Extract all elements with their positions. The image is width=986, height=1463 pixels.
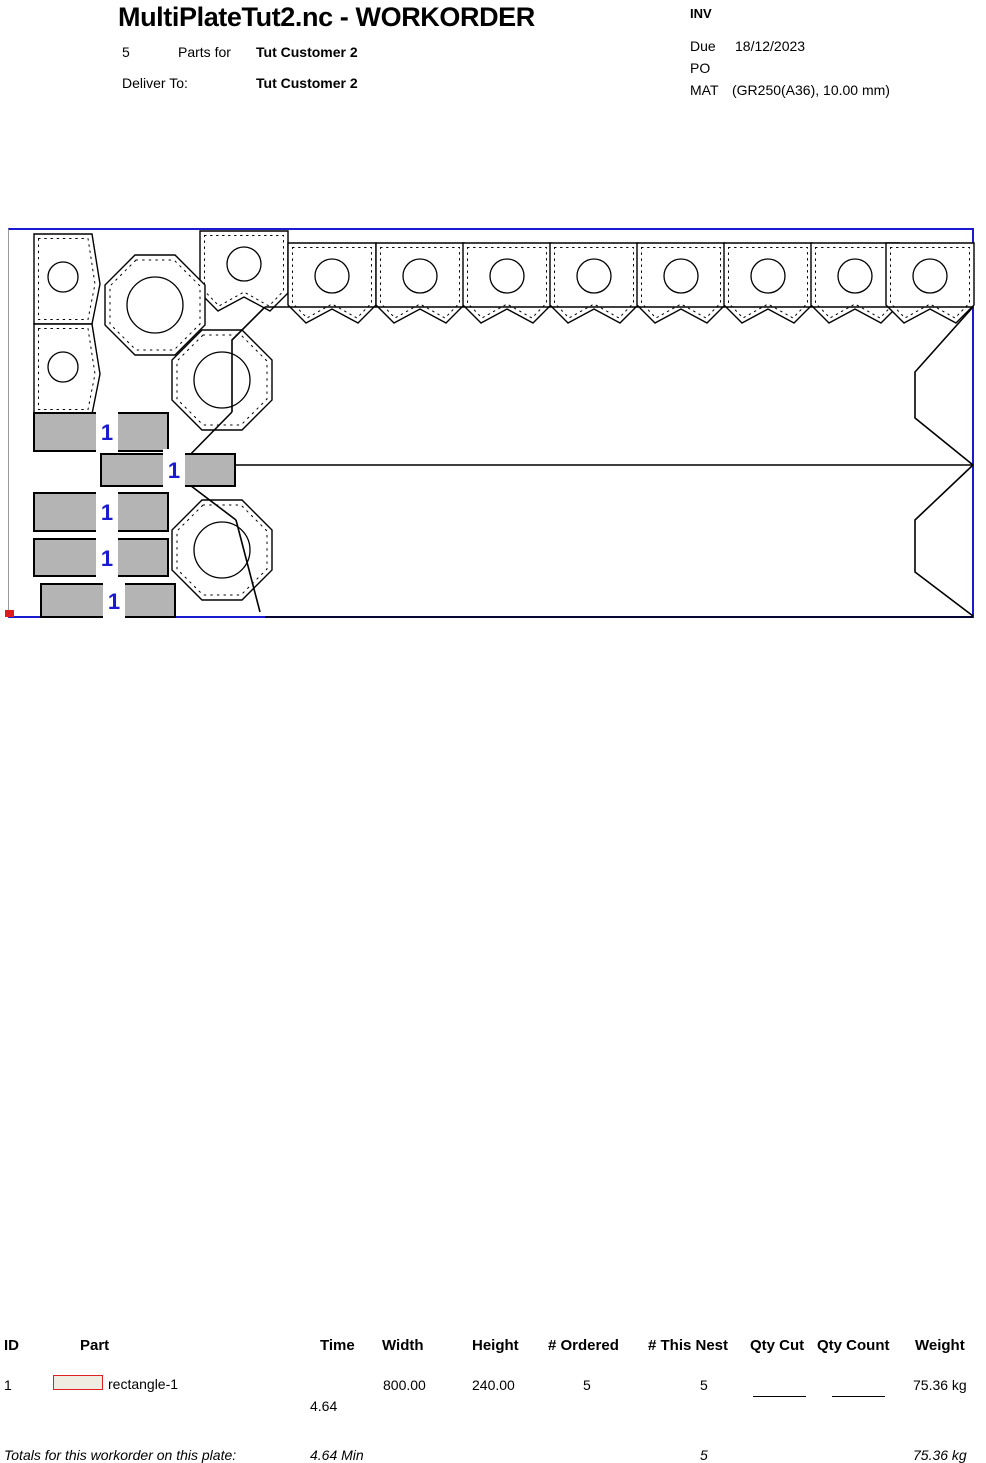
totals-weight: 75.36 kg	[913, 1447, 967, 1463]
header-mat-value: (GR250(A36), 10.00 mm)	[732, 82, 890, 98]
cell-part-name: rectangle-1	[108, 1376, 179, 1392]
table-header-time: Time	[320, 1337, 355, 1354]
table-header-qty-count: Qty Count	[817, 1337, 890, 1354]
qty-count-input[interactable]	[832, 1396, 885, 1397]
nested-part-label: 1	[163, 449, 185, 493]
cell-width: 800.00	[383, 1377, 426, 1393]
totals-time: 4.64 Min	[310, 1447, 364, 1463]
plate-origin-marker	[5, 610, 14, 617]
header-parts-for-label: Parts for	[178, 44, 231, 60]
header-mat-label: MAT	[690, 82, 719, 98]
header-part-qty: 5	[122, 44, 130, 60]
header-inv-label: INV	[690, 6, 712, 21]
header-due-label: Due	[690, 38, 716, 54]
cell-time: 4.64	[310, 1398, 338, 1414]
nested-part-label: 1	[96, 408, 118, 458]
nested-part-label: 1	[96, 488, 118, 538]
cell-ordered: 5	[583, 1377, 591, 1393]
totals-label: Totals for this workorder on this plate:	[4, 1447, 237, 1463]
part-color-swatch	[53, 1375, 103, 1390]
cell-this-nest: 5	[700, 1377, 708, 1393]
workorder-page: MultiPlateTut2.nc - WORKORDER 5 Parts fo…	[0, 0, 986, 1463]
cell-weight: 75.36 kg	[913, 1377, 967, 1393]
qty-cut-input[interactable]	[753, 1396, 806, 1397]
header-deliver-to-label: Deliver To:	[122, 75, 188, 91]
header-po-label: PO	[690, 60, 711, 76]
totals-this-nest: 5	[700, 1447, 708, 1463]
header-due-date: 18/12/2023	[735, 38, 806, 54]
table-header-width: Width	[382, 1337, 424, 1354]
table-header-this-nest: # This Nest	[648, 1337, 729, 1354]
table-header-ordered: # Ordered	[548, 1337, 619, 1354]
table-header-weight: Weight	[915, 1337, 965, 1354]
nested-part-label: 1	[103, 579, 125, 624]
table-header-part: Part	[80, 1337, 110, 1354]
table-header-id: ID	[4, 1337, 19, 1354]
table-header-height: Height	[472, 1337, 519, 1354]
table-header-qty-cut: Qty Cut	[750, 1337, 805, 1354]
cell-height: 240.00	[472, 1377, 515, 1393]
header-deliver-to-customer: Tut Customer 2	[256, 75, 358, 91]
cell-id: 1	[4, 1377, 12, 1393]
header-customer-name: Tut Customer 2	[256, 44, 358, 60]
page-title: MultiPlateTut2.nc - WORKORDER	[118, 2, 535, 32]
nested-part-label: 1	[96, 534, 118, 583]
